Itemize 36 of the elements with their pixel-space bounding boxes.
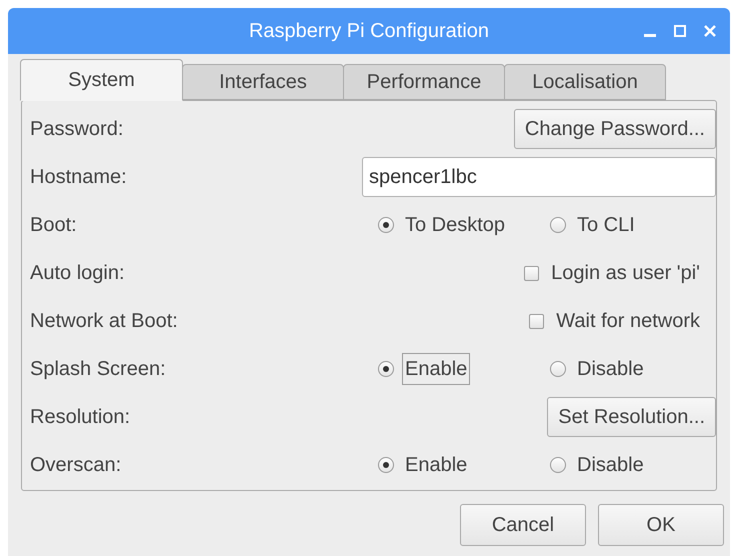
dialog-button[interactable]: OK <box>598 504 724 546</box>
setting-label: Auto login: <box>30 261 126 286</box>
tab[interactable]: Localisation <box>504 64 666 100</box>
option-label: Wait for network <box>556 309 700 334</box>
setting-label: Boot: <box>30 213 78 238</box>
radio-button[interactable] <box>378 217 394 233</box>
option-label[interactable]: Enable <box>402 353 470 385</box>
dialog-button[interactable]: Cancel <box>460 504 586 546</box>
radio-button[interactable] <box>550 217 566 233</box>
radio-button[interactable] <box>378 457 394 473</box>
setting-label: Resolution: <box>30 405 132 430</box>
window-title: Raspberry Pi Configuration <box>248 19 490 44</box>
radio-button[interactable] <box>550 361 566 377</box>
hostname-field[interactable]: spencer1lbc <box>362 157 716 197</box>
action-button[interactable]: Set Resolution... <box>547 397 716 437</box>
setting-label: Network at Boot: <box>30 309 179 334</box>
checkbox[interactable] <box>529 314 544 328</box>
option-label[interactable]: To Desktop <box>402 209 508 241</box>
radio-button[interactable] <box>550 457 566 473</box>
close-icon[interactable] <box>704 25 716 37</box>
tab[interactable]: Performance <box>343 64 505 100</box>
setting-label: Splash Screen: <box>30 357 167 382</box>
option-label[interactable]: Disable <box>574 353 647 385</box>
option-label[interactable]: Enable <box>402 449 470 481</box>
radio-button[interactable] <box>378 361 394 377</box>
action-button[interactable]: Change Password... <box>514 109 716 149</box>
option-label[interactable]: To CLI <box>574 209 638 241</box>
setting-label: Hostname: <box>30 165 128 190</box>
checkbox[interactable] <box>524 266 540 280</box>
tab[interactable]: Interfaces <box>182 64 344 100</box>
tab[interactable]: System <box>20 59 183 101</box>
setting-label: Password: <box>30 117 124 142</box>
maximize-icon[interactable] <box>674 25 686 37</box>
option-label[interactable]: Disable <box>574 449 647 481</box>
setting-label: Overscan: <box>30 453 122 478</box>
option-label: Login as user 'pi' <box>551 261 700 286</box>
